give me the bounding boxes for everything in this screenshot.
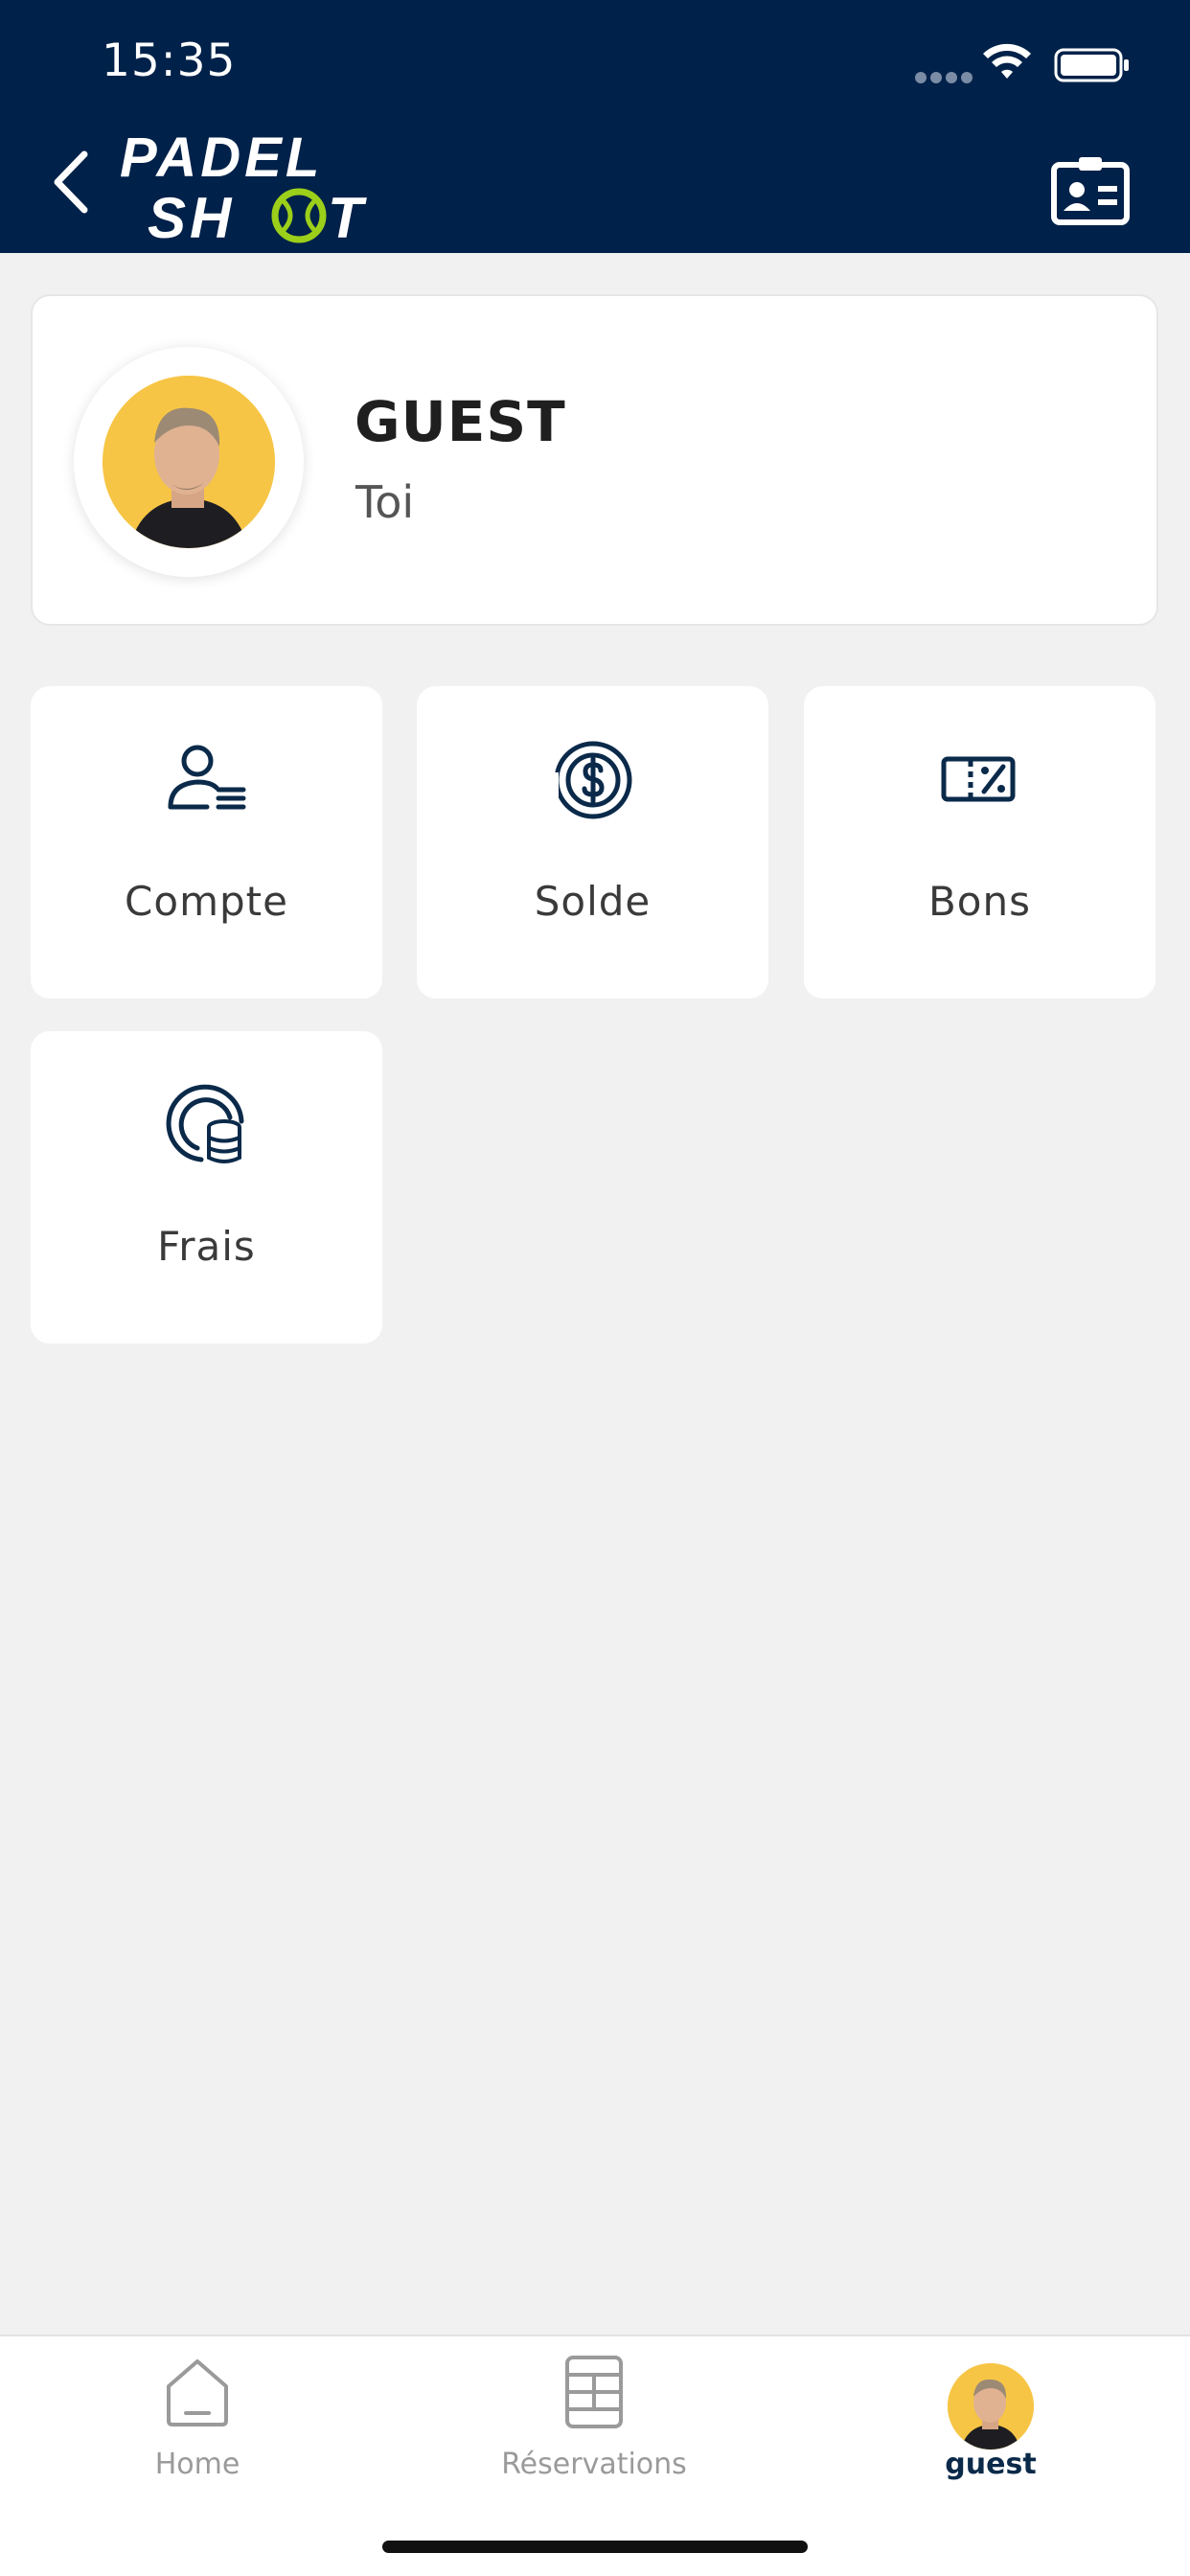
home-indicator — [382, 2541, 808, 2553]
profile-subtitle: Toi — [355, 476, 415, 528]
tile-compte[interactable]: Compte — [31, 686, 382, 999]
tile-bons[interactable]: Bons — [804, 686, 1156, 999]
avatar — [103, 376, 275, 548]
tile-bons-label: Bons — [927, 878, 1031, 925]
wifi-icon — [983, 43, 1031, 79]
coins-stack-icon — [166, 1084, 243, 1163]
profile-name: GUEST — [355, 389, 566, 454]
tile-solde-label: Solde — [534, 878, 652, 925]
tile-frais-label: Frais — [157, 1223, 256, 1270]
member-card-button[interactable] — [1050, 153, 1131, 226]
nav-item-guest[interactable]: guest — [847, 2354, 1134, 2497]
tile-compte-label: Compte — [125, 878, 288, 925]
app-header: 15:35 PADEL SH T — [0, 0, 1190, 253]
nav-item-home[interactable]: Home — [54, 2354, 341, 2497]
avatar-ring — [74, 347, 304, 577]
id-card-icon — [1051, 157, 1130, 225]
discount-voucher-icon — [941, 756, 1015, 802]
nav-avatar — [948, 2363, 1034, 2450]
user-list-icon — [168, 745, 245, 810]
logo-text-bottom-left: SH — [148, 186, 235, 246]
home-icon — [167, 2359, 228, 2426]
nav-label-home: Home — [154, 2448, 240, 2481]
dollar-coin-icon — [546, 741, 631, 819]
profile-screen: 15:35 PADEL SH T GUEST Toi Compte Solde … — [0, 0, 1190, 2576]
bottom-nav: Home Réservations guest — [0, 2334, 1190, 2576]
logo-text-bottom-right: T — [328, 186, 367, 246]
court-icon — [565, 2356, 623, 2428]
profile-card[interactable]: GUEST Toi — [31, 294, 1158, 626]
nav-label-guest: guest — [945, 2448, 1037, 2481]
padel-shot-logo: PADEL SH T — [120, 126, 367, 246]
back-button[interactable] — [46, 144, 96, 220]
cellular-dots-icon — [915, 72, 973, 83]
chevron-left-icon — [54, 150, 88, 214]
nav-item-reservations[interactable]: Réservations — [450, 2354, 738, 2497]
battery-icon — [1054, 48, 1129, 82]
nav-label-reservations: Réservations — [501, 2448, 687, 2481]
tile-frais[interactable]: Frais — [31, 1031, 382, 1344]
logo-text-top: PADEL — [120, 126, 323, 189]
tile-solde[interactable]: Solde — [417, 686, 768, 999]
status-time: 15:35 — [102, 34, 237, 87]
